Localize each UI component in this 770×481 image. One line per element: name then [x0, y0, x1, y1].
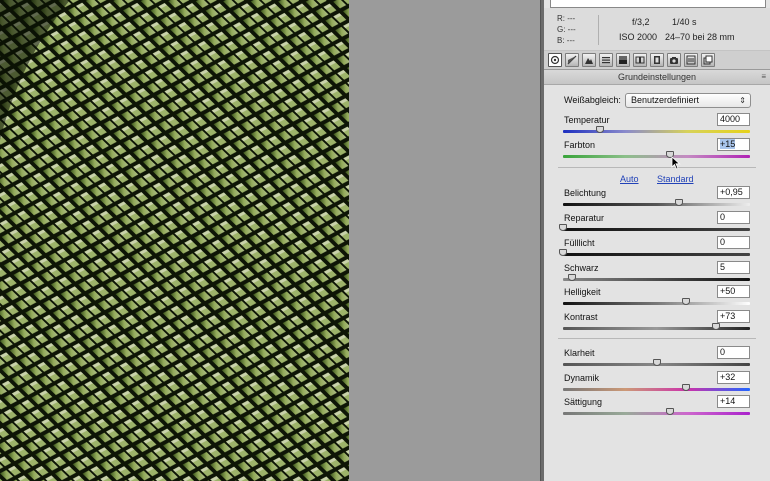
white-balance-value: Benutzerdefiniert: [631, 95, 700, 105]
belichtung-input[interactable]: +0,95: [717, 186, 750, 199]
slider-row-saettigung: Sättigung +14: [544, 395, 770, 421]
klarheit-input[interactable]: 0: [717, 346, 750, 359]
split-toning-icon[interactable]: [616, 53, 630, 67]
presets-icon[interactable]: [684, 53, 698, 67]
helligkeit-input[interactable]: +50: [717, 285, 750, 298]
mouse-cursor-icon: [671, 156, 681, 170]
kontrast-track[interactable]: [563, 327, 750, 330]
kontrast-label: Kontrast: [564, 312, 598, 322]
belichtung-label: Belichtung: [564, 188, 607, 198]
helligkeit-track[interactable]: [563, 302, 750, 305]
saettigung-input[interactable]: +14: [717, 395, 750, 408]
kontrast-input[interactable]: +73: [717, 310, 750, 323]
snapshots-icon[interactable]: [701, 53, 715, 67]
select-arrows-icon: ⇕: [739, 96, 746, 105]
panel-tabs-toolbar: [544, 51, 770, 70]
rgb-g-readout: G: ---: [557, 25, 576, 34]
dynamik-input[interactable]: +32: [717, 371, 750, 384]
white-balance-select[interactable]: Benutzerdefiniert ⇕: [625, 93, 751, 108]
slider-row-belichtung: Belichtung +0,95: [544, 186, 770, 212]
auto-link[interactable]: Auto: [620, 174, 639, 184]
detail-icon[interactable]: [582, 53, 596, 67]
building-facade-photo: [0, 0, 349, 481]
belichtung-track[interactable]: [563, 203, 750, 206]
klarheit-label: Klarheit: [564, 348, 595, 358]
lens-corrections-icon[interactable]: [633, 53, 647, 67]
farbton-value: +15: [720, 139, 736, 149]
slider-row-klarheit: Klarheit 0: [544, 346, 770, 372]
slider-row-reparatur: Reparatur 0: [544, 211, 770, 237]
reparatur-track[interactable]: [563, 228, 750, 231]
white-balance-label: Weißabgleich:: [564, 95, 621, 105]
info-area: R: --- G: --- B: --- f/3,2 1/40 s ISO 20…: [544, 8, 770, 51]
dynamik-label: Dynamik: [564, 373, 600, 383]
temperatur-input[interactable]: 4000: [717, 113, 750, 126]
hsl-icon[interactable]: [599, 53, 613, 67]
separator: [558, 338, 756, 339]
fuelllicht-input[interactable]: 0: [717, 236, 750, 249]
saettigung-label: Sättigung: [564, 397, 603, 407]
slider-row-helligkeit: Helligkeit +50: [544, 285, 770, 311]
reparatur-input[interactable]: 0: [717, 211, 750, 224]
helligkeit-label: Helligkeit: [564, 287, 601, 297]
reparatur-label: Reparatur: [564, 213, 605, 223]
farbton-input[interactable]: +15: [717, 138, 750, 151]
adjustment-panel: R: --- G: --- B: --- f/3,2 1/40 s ISO 20…: [544, 0, 770, 481]
lens-text: 24–70 bei 28 mm: [665, 32, 735, 42]
fuelllicht-label: Fülllicht: [564, 238, 595, 248]
panel-menu-icon[interactable]: ≡: [761, 70, 766, 84]
dynamik-track[interactable]: [563, 388, 750, 391]
section-title: Grundeinstellungen: [617, 72, 697, 82]
basic-settings: Weißabgleich: Benutzerdefiniert ⇕ Temper…: [544, 85, 770, 481]
slider-row-kontrast: Kontrast +73: [544, 310, 770, 336]
slider-row-schwarz: Schwarz 5: [544, 261, 770, 287]
tone-curve-icon[interactable]: [565, 53, 579, 67]
section-header: Grundeinstellungen ≡: [544, 70, 770, 85]
rgb-r-readout: R: ---: [557, 14, 576, 23]
slider-row-farbton: Farbton +15: [544, 138, 770, 164]
camera-calibration-icon[interactable]: [667, 53, 681, 67]
farbton-track[interactable]: [563, 155, 750, 158]
saettigung-track[interactable]: [563, 412, 750, 415]
info-separator: [598, 15, 599, 45]
farbton-label: Farbton: [564, 140, 596, 150]
histogram: [550, 0, 766, 8]
slider-row-fuelllicht: Fülllicht 0: [544, 236, 770, 262]
separator: [558, 167, 756, 168]
schwarz-track[interactable]: [563, 278, 750, 281]
standard-link[interactable]: Standard: [657, 174, 694, 184]
aperture-text: f/3,2: [632, 17, 650, 27]
image-preview[interactable]: [0, 0, 349, 481]
effects-icon[interactable]: [650, 53, 664, 67]
schwarz-label: Schwarz: [564, 263, 599, 273]
temperatur-label: Temperatur: [564, 115, 610, 125]
basic-tab-icon[interactable]: [548, 53, 562, 67]
slider-row-dynamik: Dynamik +32: [544, 371, 770, 397]
canvas-background: [349, 0, 540, 481]
slider-row-temperatur: Temperatur 4000: [544, 113, 770, 139]
iso-text: ISO 2000: [619, 32, 658, 42]
fuelllicht-track[interactable]: [563, 253, 750, 256]
temperatur-track[interactable]: [563, 130, 750, 133]
schwarz-input[interactable]: 5: [717, 261, 750, 274]
rgb-b-readout: B: ---: [557, 36, 575, 45]
shutter-text: 1/40 s: [672, 17, 697, 27]
